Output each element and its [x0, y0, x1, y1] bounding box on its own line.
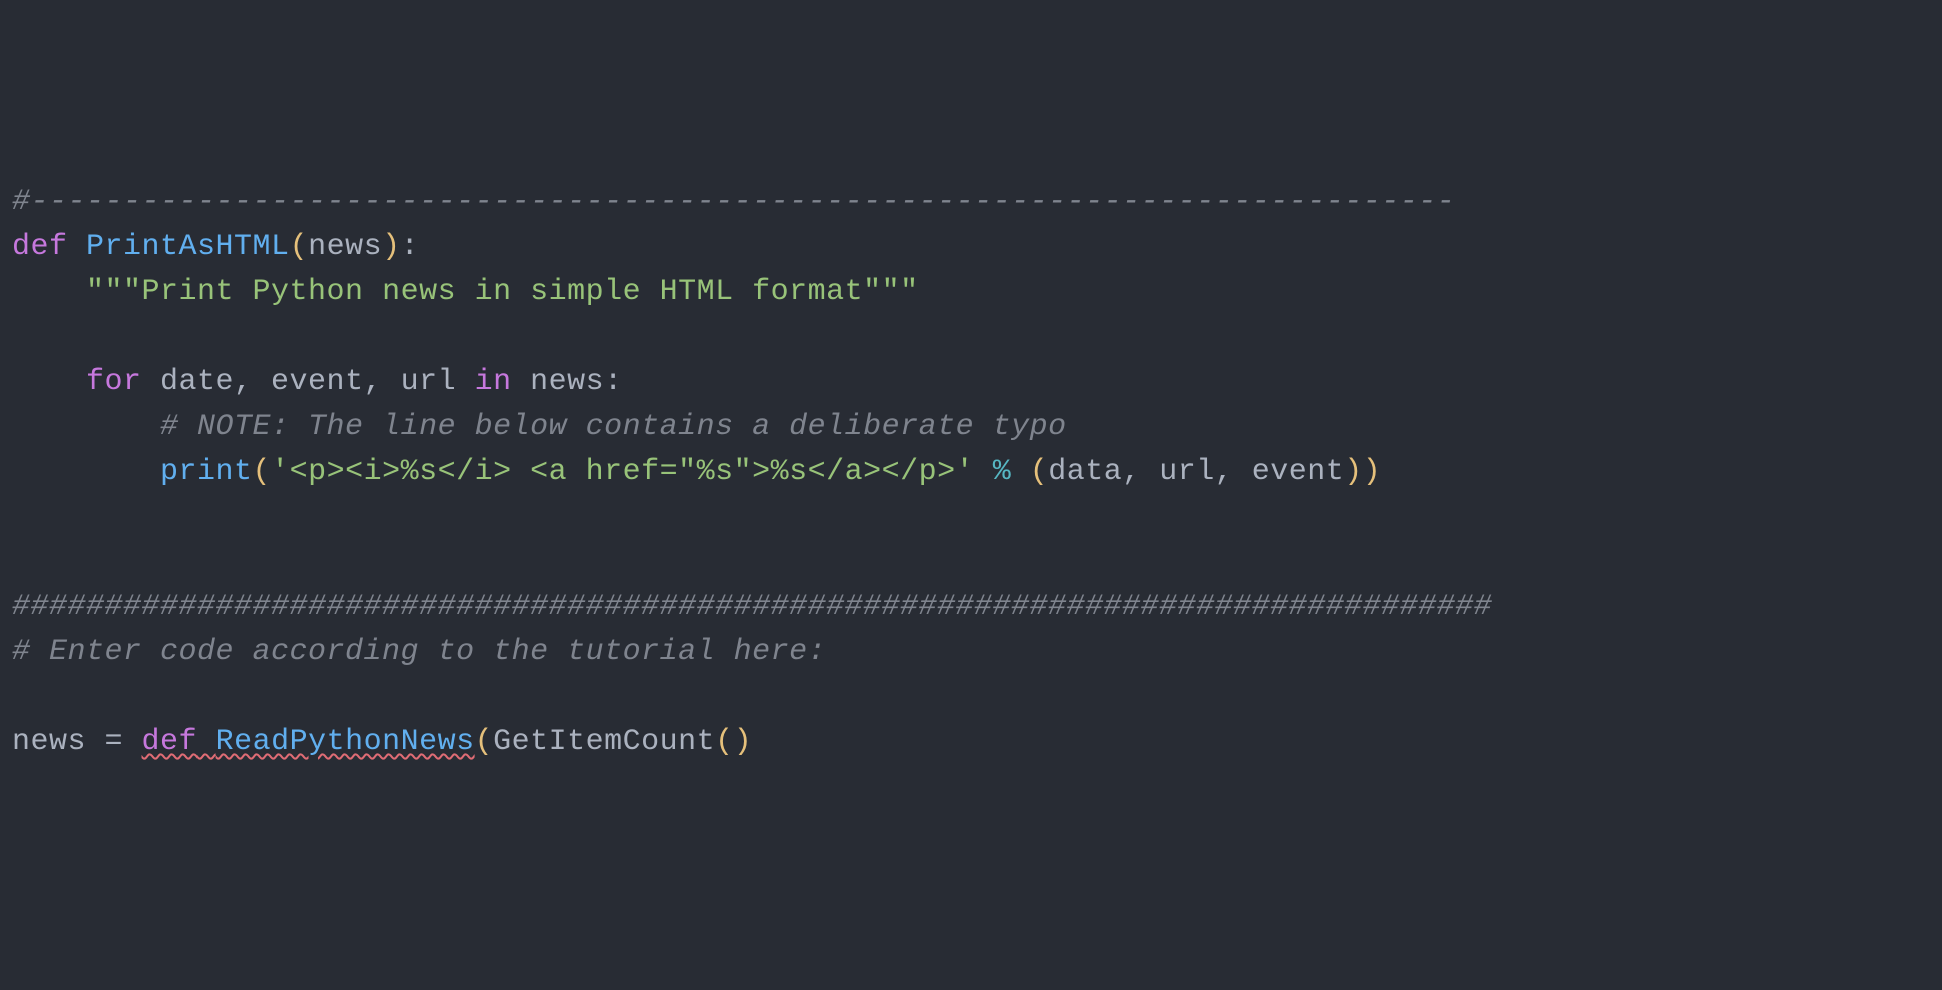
paren-open: (: [290, 230, 309, 264]
parameter: news: [308, 230, 382, 264]
code-editor[interactable]: #---------------------------------------…: [0, 180, 1942, 765]
colon: :: [604, 365, 623, 399]
iterable: news: [512, 365, 605, 399]
function-name: PrintAsHTML: [86, 230, 290, 264]
paren-open: (: [475, 725, 494, 759]
colon: :: [401, 230, 420, 264]
inner-paren-open: (: [715, 725, 734, 759]
comment-instruction: # Enter code according to the tutorial h…: [12, 635, 826, 669]
keyword-def-error: def: [142, 725, 198, 759]
inner-paren-close: ): [734, 725, 753, 759]
space: [197, 725, 216, 759]
function-name-error: ReadPythonNews: [216, 725, 475, 759]
tuple-open: (: [1030, 455, 1049, 489]
paren-close: ): [382, 230, 401, 264]
docstring: """Print Python news in simple HTML form…: [86, 275, 919, 309]
comment-hashline: ########################################…: [12, 590, 1492, 624]
comment-divider: #---------------------------------------…: [12, 185, 1455, 219]
loop-vars: date, event, url: [142, 365, 475, 399]
paren-open: (: [253, 455, 272, 489]
syntax-error-span: def ReadPythonNews: [142, 725, 475, 759]
arg-call: GetItemCount: [493, 725, 715, 759]
keyword-def: def: [12, 230, 68, 264]
format-string: '<p><i>%s</i> <a href="%s">%s</a></p>': [271, 455, 974, 489]
tuple-close: ): [1344, 455, 1363, 489]
keyword-in: in: [475, 365, 512, 399]
print-call: print: [160, 455, 253, 489]
format-args: data, url, event: [1048, 455, 1344, 489]
variable-news: news: [12, 725, 86, 759]
paren-close: ): [1363, 455, 1382, 489]
mod-operator: %: [974, 455, 1030, 489]
keyword-for: for: [86, 365, 142, 399]
comment-note: # NOTE: The line below contains a delibe…: [160, 410, 1067, 444]
equals-sign: =: [86, 725, 142, 759]
